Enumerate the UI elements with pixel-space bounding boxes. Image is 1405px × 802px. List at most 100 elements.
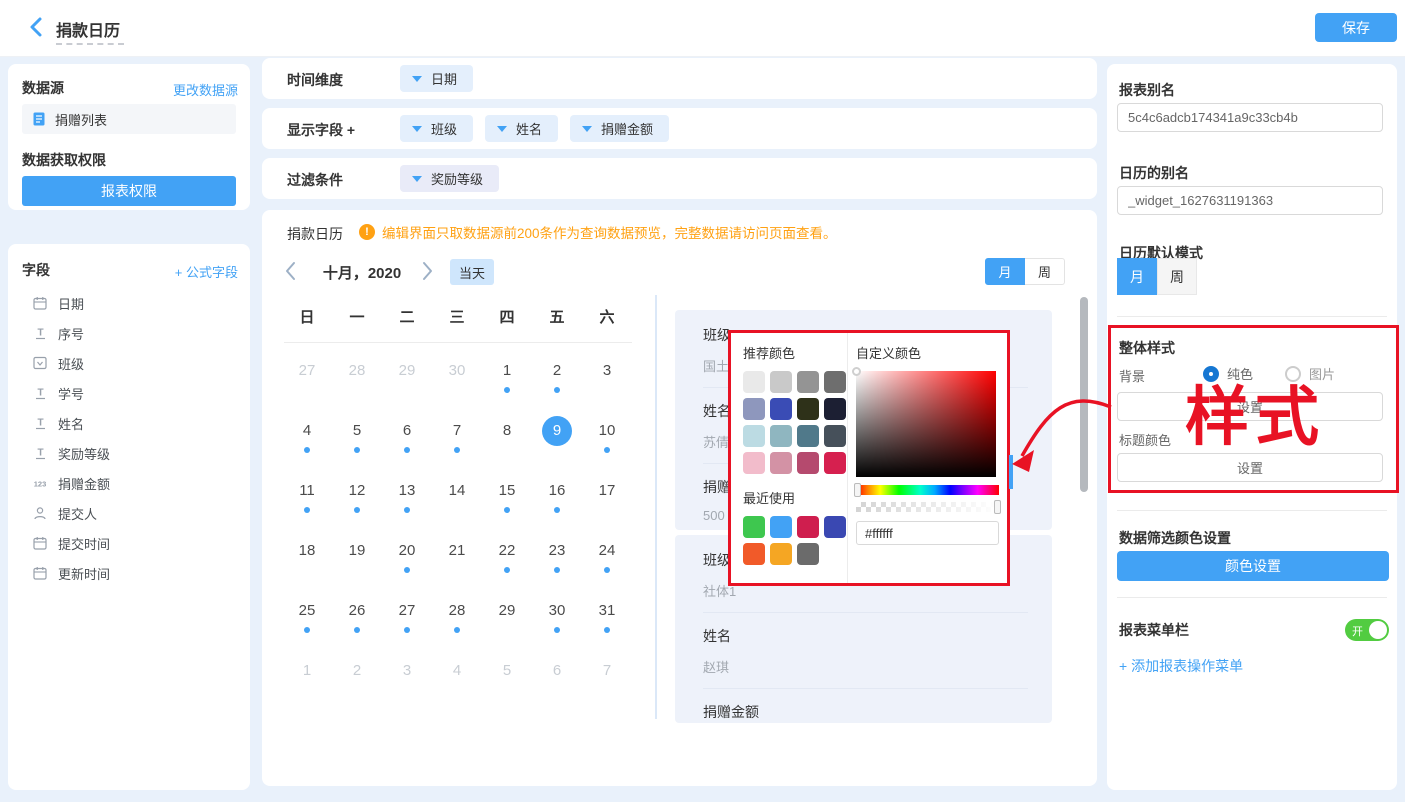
calendar-day-5[interactable]: 5 [332,408,382,468]
calendar-day-28[interactable]: 28 [332,348,382,408]
field-item-学号[interactable]: T学号 [8,378,250,408]
color-swatch-f15a29[interactable] [743,543,765,565]
calendar-day-5[interactable]: 5 [482,648,532,708]
color-swatch-2e3119[interactable] [797,398,819,420]
saturation-gradient[interactable] [856,371,996,477]
solid-color-radio[interactable] [1203,366,1219,382]
calendar-day-9[interactable]: 9 [532,408,582,468]
color-swatch-1c1f33[interactable] [824,398,846,420]
calendar-day-16[interactable]: 16 [532,468,582,528]
report-alias-input[interactable] [1117,103,1383,132]
calendar-day-6[interactable]: 6 [382,408,432,468]
field-item-姓名[interactable]: T姓名 [8,408,250,438]
change-datasource-link[interactable]: 更改数据源 [173,80,238,99]
calendar-day-13[interactable]: 13 [382,468,432,528]
field-item-提交时间[interactable]: 提交时间 [8,528,250,558]
background-set-button[interactable]: 设置 [1117,392,1383,421]
calendar-day-1[interactable]: 1 [282,648,332,708]
calendar-day-21[interactable]: 21 [432,528,482,588]
color-swatch-949494[interactable] [797,371,819,393]
calendar-day-2[interactable]: 2 [532,348,582,408]
calendar-day-7[interactable]: 7 [582,648,632,708]
today-button[interactable]: 当天 [450,259,494,285]
calendar-day-1[interactable]: 1 [482,348,532,408]
calendar-day-27[interactable]: 27 [282,348,332,408]
calendar-day-7[interactable]: 7 [432,408,482,468]
hex-color-input[interactable] [856,521,999,545]
field-tag-姓名[interactable]: 姓名 [485,115,558,142]
color-swatch-f2bccb[interactable] [743,452,765,474]
calendar-day-12[interactable]: 12 [332,468,382,528]
alpha-slider[interactable] [856,502,999,512]
month-view-button[interactable]: 月 [985,258,1025,285]
report-menu-toggle[interactable]: 开 [1345,619,1389,641]
color-swatch-e9e9e9[interactable] [743,371,765,393]
color-swatch-6b6b6b[interactable] [797,543,819,565]
calendar-day-8[interactable]: 8 [482,408,532,468]
color-swatch-c9c9c9[interactable] [770,371,792,393]
color-swatch-d392a5[interactable] [770,452,792,474]
solid-color-label[interactable]: 纯色 [1227,364,1253,383]
field-tag-捐赠金额[interactable]: 捐赠金额 [570,115,669,142]
add-report-menu-link[interactable]: + 添加报表操作菜单 [1119,656,1243,676]
calendar-day-23[interactable]: 23 [532,528,582,588]
color-swatch-3ec74f[interactable] [743,516,765,538]
calendar-day-24[interactable]: 24 [582,528,632,588]
title-color-set-button[interactable]: 设置 [1117,453,1383,482]
color-swatch-46505a[interactable] [824,425,846,447]
color-swatch-f5a623[interactable] [770,543,792,565]
color-swatch-6e6e6e[interactable] [824,371,846,393]
calendar-day-26[interactable]: 26 [332,588,382,648]
hue-slider-thumb[interactable] [854,483,861,497]
color-swatch-50798a[interactable] [797,425,819,447]
color-swatch-cf1e4e[interactable] [797,516,819,538]
calendar-day-29[interactable]: 29 [482,588,532,648]
add-formula-field-link[interactable]: + 公式字段 [175,262,238,281]
calendar-day-28[interactable]: 28 [432,588,482,648]
calendar-day-22[interactable]: 22 [482,528,532,588]
color-swatch-8fb6c0[interactable] [770,425,792,447]
calendar-day-4[interactable]: 4 [432,648,482,708]
field-item-班级[interactable]: 班级 [8,348,250,378]
color-swatch-b54a6e[interactable] [797,452,819,474]
calendar-day-30[interactable]: 30 [532,588,582,648]
week-view-button[interactable]: 周 [1025,258,1065,285]
calendar-alias-input[interactable] [1117,186,1383,215]
records-scrollbar[interactable] [1080,297,1088,492]
field-tag-日期[interactable]: 日期 [400,65,473,92]
calendar-day-19[interactable]: 19 [332,528,382,588]
calendar-day-20[interactable]: 20 [382,528,432,588]
field-tag-班级[interactable]: 班级 [400,115,473,142]
calendar-day-6[interactable]: 6 [532,648,582,708]
back-icon[interactable] [26,16,48,38]
color-swatch-d6204f[interactable] [824,452,846,474]
image-label[interactable]: 图片 [1309,364,1335,383]
calendar-day-4[interactable]: 4 [282,408,332,468]
color-swatch-3a48b2[interactable] [824,516,846,538]
field-item-提交人[interactable]: 提交人 [8,498,250,528]
calendar-day-25[interactable]: 25 [282,588,332,648]
calendar-day-17[interactable]: 17 [582,468,632,528]
color-swatch-42a2f5[interactable] [770,516,792,538]
field-item-日期[interactable]: 日期 [8,288,250,318]
next-month-icon[interactable] [419,260,439,284]
calendar-day-30[interactable]: 30 [432,348,482,408]
field-tag-奖励等级[interactable]: 奖励等级 [400,165,499,192]
field-item-捐赠金额[interactable]: 123捐赠金额 [8,468,250,498]
image-radio[interactable] [1285,366,1301,382]
prev-month-icon[interactable] [283,260,303,284]
default-mode-week-button[interactable]: 周 [1157,258,1197,295]
calendar-day-10[interactable]: 10 [582,408,632,468]
calendar-day-18[interactable]: 18 [282,528,332,588]
calendar-day-3[interactable]: 3 [382,648,432,708]
field-item-序号[interactable]: T序号 [8,318,250,348]
calendar-day-29[interactable]: 29 [382,348,432,408]
calendar-day-3[interactable]: 3 [582,348,632,408]
gradient-picker-ring[interactable] [852,367,861,376]
alpha-slider-thumb[interactable] [994,500,1001,514]
hue-slider[interactable] [856,485,999,495]
field-item-奖励等级[interactable]: T奖励等级 [8,438,250,468]
color-swatch-8e97bd[interactable] [743,398,765,420]
default-mode-month-button[interactable]: 月 [1117,258,1157,295]
calendar-day-27[interactable]: 27 [382,588,432,648]
